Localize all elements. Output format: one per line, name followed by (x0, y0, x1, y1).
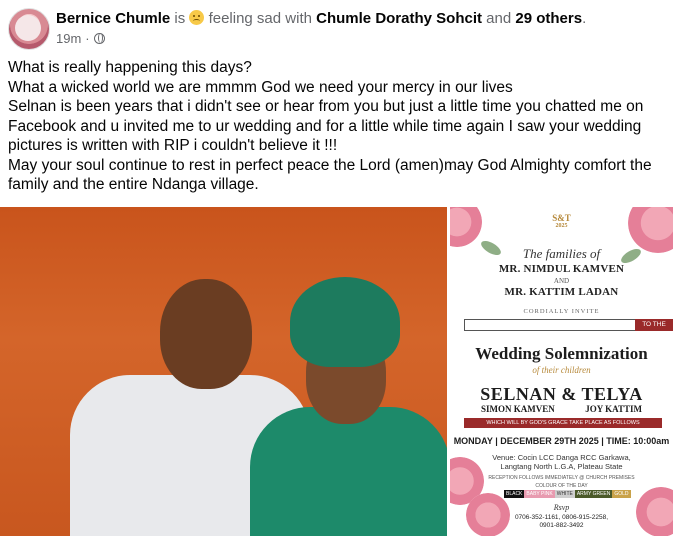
avatar[interactable] (8, 8, 50, 50)
globe-icon[interactable] (93, 33, 105, 44)
monogram-year: 2025 (555, 223, 568, 229)
colour-swatch: GOLD (612, 490, 631, 498)
period: . (582, 10, 587, 27)
colour-swatches: BLACK BABY PINK WHITE ARMY GREEN GOLD (504, 490, 631, 498)
tagged-person[interactable]: Chumle Dorathy Sohcit (316, 10, 482, 27)
colour-swatch: BABY PINK (524, 490, 555, 498)
guest-name-line: TO THE (464, 319, 673, 331)
and-text: and (486, 10, 512, 27)
of-their-children: of their children (532, 365, 591, 375)
post-line: May your soul continue to rest in perfec… (8, 156, 652, 194)
cordially-invite: CORDIALLY INVITE (523, 308, 600, 315)
bride-name: JOY KATTIM (585, 404, 642, 414)
post-header-text: Bernice Chumle is feeling sad with Chuml… (56, 10, 586, 28)
post-line: What a wicked world we are mmmm God we n… (8, 78, 513, 96)
monogram-letters: S&T (552, 213, 571, 223)
family-one: MR. NIMDUL KAMVEN (498, 263, 625, 275)
is-text: is (174, 10, 186, 27)
phone-line: 0901-882-3492 (539, 522, 584, 529)
woman-figure (250, 407, 447, 536)
meta-separator: · (85, 31, 90, 46)
guest-name-blank (464, 319, 644, 331)
colour-swatch: BLACK (504, 490, 525, 498)
feeling-text: feeling sad with (208, 10, 312, 27)
event-date: MONDAY | DECEMBER 29TH 2025 | TIME: 10:0… (453, 436, 670, 446)
couple-names: SELNAN & TELYA (480, 384, 643, 404)
to-the-tag: TO THE (635, 319, 673, 331)
post-meta: 19m · (56, 31, 105, 46)
post-text: What is really happening this days? What… (8, 58, 668, 195)
rsvp-phones: 0706-352-1161, 0806-915-2258, 0901-882-3… (450, 514, 673, 530)
reception-note: RECEPTION FOLLOWS IMMEDIATELY @ CHURCH P… (488, 475, 635, 481)
phone-line: 0706-352-1161, 0806-915-2258, (514, 514, 609, 521)
monogram: S&T 2025 (450, 213, 673, 229)
venue-line: Venue: Cocin LCC Danga RCC Garkawa, (492, 453, 631, 462)
grace-banner: WHICH WILL BY GOD'S GRACE TAKE PLACE AS … (464, 418, 662, 428)
post-header: Bernice Chumle is feeling sad with Chuml… (8, 6, 665, 50)
post-line: What is really happening this days? (8, 59, 252, 76)
wedding-title: Wedding Solemnization (475, 344, 648, 363)
couple-full-names: SIMON KAMVEN JOY KATTIM (450, 404, 673, 414)
colour-swatch: ARMY GREEN (574, 490, 613, 498)
venue-line: Langtang North L.G.A, Plateau State (500, 462, 623, 471)
man-head (160, 279, 252, 389)
and-text: AND (553, 277, 570, 285)
post-photos: S&T 2025 The families of MR. NIMDUL KAMV… (0, 207, 673, 536)
woman-headwrap (290, 277, 400, 367)
venue: Venue: Cocin LCC Danga RCC Garkawa, Lang… (450, 453, 673, 471)
invitation-card[interactable]: S&T 2025 The families of MR. NIMDUL KAMV… (450, 207, 673, 536)
others-link[interactable]: 29 others (515, 10, 582, 27)
colour-swatch: WHITE (554, 490, 575, 498)
families-heading: The families of (522, 246, 601, 261)
post-line: Selnan is been years that i didn't see o… (8, 98, 644, 154)
sad-face-emoji-icon (189, 10, 205, 25)
family-two: MR. KATTIM LADAN (504, 286, 619, 298)
author-name[interactable]: Bernice Chumle (56, 10, 170, 27)
groom-name: SIMON KAMVEN (480, 404, 555, 414)
couple-photo[interactable] (0, 207, 447, 536)
post-time[interactable]: 19m (56, 31, 81, 46)
colour-label: COLOUR OF THE DAY (535, 483, 588, 489)
rsvp-label: Rsvp (553, 503, 570, 512)
